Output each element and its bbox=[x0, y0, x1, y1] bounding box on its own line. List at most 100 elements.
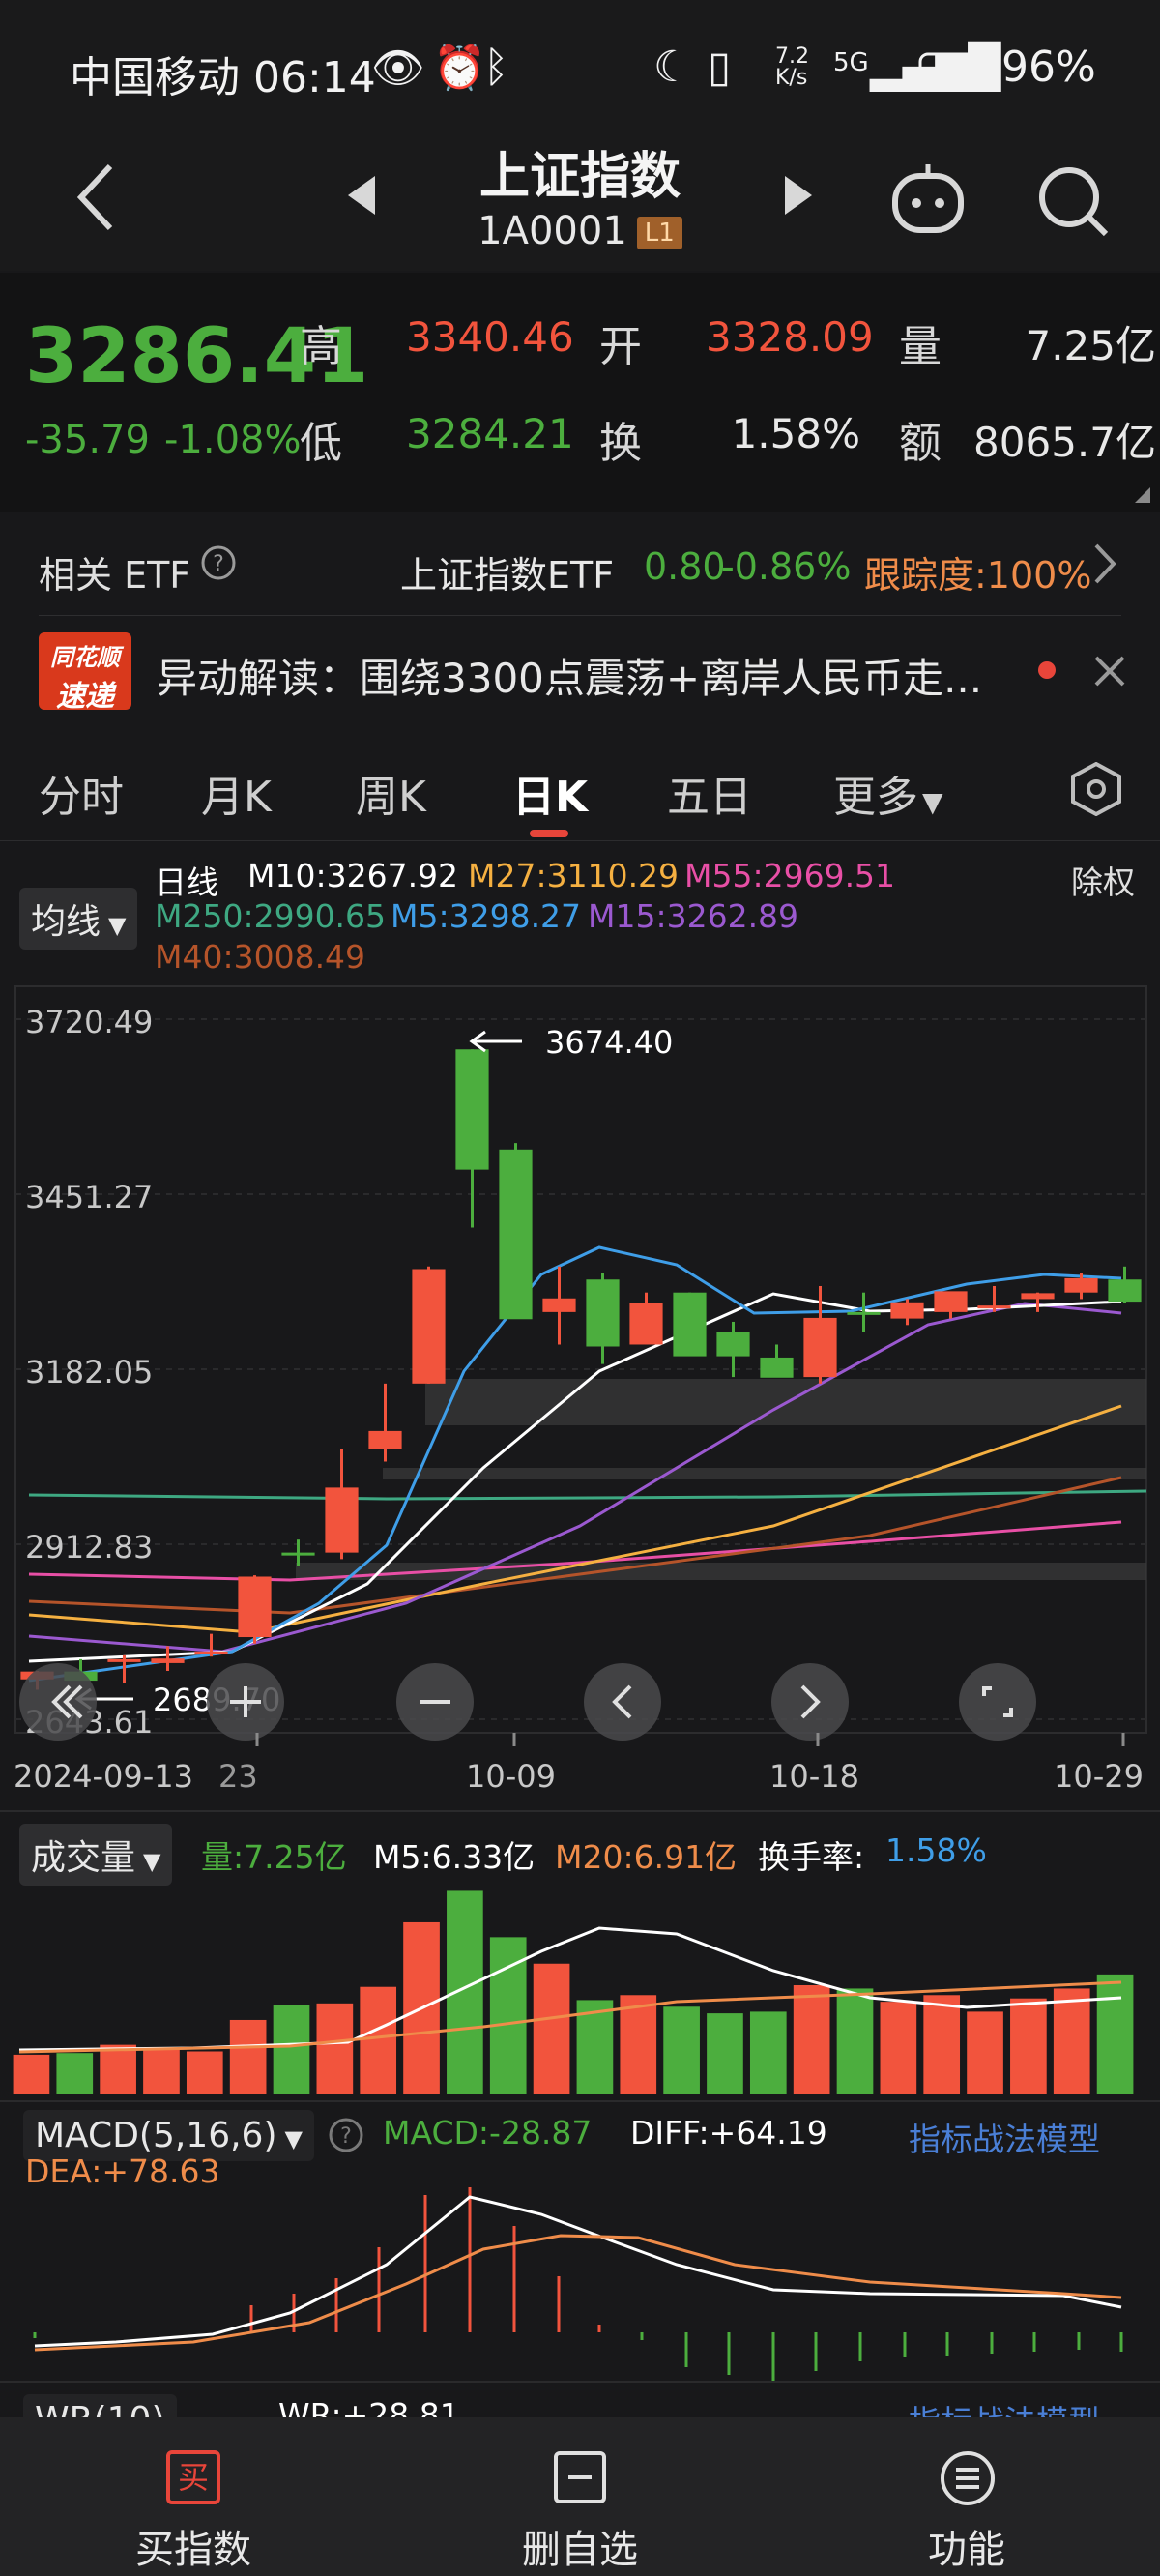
candle-body bbox=[455, 1049, 489, 1170]
robot-icon[interactable] bbox=[889, 162, 967, 240]
code-text: 1A0001 bbox=[478, 209, 627, 253]
macd-chart[interactable] bbox=[0, 2187, 1160, 2381]
expand-corner-icon[interactable] bbox=[1133, 485, 1152, 509]
candle-body bbox=[281, 1552, 315, 1556]
search-icon[interactable] bbox=[1036, 164, 1110, 242]
signal-label: 5G bbox=[833, 48, 869, 77]
ma27-label: M27:3110.29 bbox=[468, 857, 680, 894]
scroll-left-control[interactable] bbox=[584, 1663, 661, 1741]
svg-text:?: ? bbox=[213, 552, 224, 576]
scroll-right-control[interactable] bbox=[771, 1663, 849, 1741]
ma-line bbox=[28, 1489, 1147, 1501]
bluetooth-icon: ᛒ bbox=[483, 43, 509, 92]
candle-body bbox=[1108, 1279, 1142, 1303]
volume-chart[interactable] bbox=[0, 1882, 1160, 2100]
fast-back-control[interactable] bbox=[19, 1663, 97, 1741]
divider bbox=[39, 615, 1121, 616]
caret-down-icon: ▼ bbox=[108, 912, 127, 939]
active-tab-indicator bbox=[530, 830, 568, 837]
wr-select[interactable]: WR(10) bbox=[23, 2394, 177, 2419]
features-label: 功能 bbox=[928, 2528, 1005, 2572]
candle-body bbox=[238, 1576, 272, 1638]
price-band bbox=[383, 1468, 1146, 1479]
tab-more-label: 更多 bbox=[833, 773, 918, 822]
volume-legend: 成交量 ▼ 量:7.25亿 M5:6.33亿 M20:6.91亿 换手率: 1.5… bbox=[0, 1810, 1160, 1886]
unread-dot bbox=[1038, 661, 1056, 679]
zoom-in-control[interactable] bbox=[207, 1663, 284, 1741]
zoom-out-control[interactable] bbox=[396, 1663, 474, 1741]
candle-body bbox=[1064, 1277, 1098, 1293]
volume-bar bbox=[836, 1988, 874, 2094]
battery-icon bbox=[918, 50, 986, 100]
remove-watchlist-button[interactable]: 删自选 bbox=[387, 2417, 773, 2576]
tab-intraday[interactable]: 分时 bbox=[39, 762, 124, 824]
price-change: -35.79 bbox=[25, 418, 150, 462]
fullscreen-control[interactable] bbox=[959, 1663, 1036, 1741]
x-tick-label: 10-09 bbox=[466, 1758, 556, 1795]
tab-five-day[interactable]: 五日 bbox=[667, 762, 752, 824]
minus-box-icon bbox=[553, 2450, 607, 2508]
logo-bottom: 速递 bbox=[56, 680, 114, 714]
news-flash-row[interactable]: 同花顺 速递 异动解读：围绕3300点震荡+离岸人民币走... bbox=[0, 619, 1160, 721]
chevron-right-icon[interactable] bbox=[1090, 540, 1119, 597]
amount-value: 8065.7亿 bbox=[973, 419, 1156, 466]
volume-bar bbox=[273, 2005, 310, 2094]
x-tick-label: 10-18 bbox=[769, 1758, 859, 1795]
ma-line bbox=[28, 1245, 1122, 1683]
etf-change: -0.86% bbox=[721, 545, 852, 588]
volume-bar bbox=[100, 2044, 136, 2094]
scroll-right-control-bg bbox=[771, 1663, 849, 1741]
high-label: 高 bbox=[300, 322, 342, 371]
bottom-bar: 买 买指数 删自选 功能 bbox=[0, 2417, 1160, 2576]
ma-select[interactable]: 均线 ▼ bbox=[19, 888, 138, 950]
macd-select-label: MACD(5,16,6) bbox=[35, 2116, 277, 2155]
volume-bar bbox=[967, 2011, 1003, 2094]
menu-circle-icon bbox=[940, 2450, 996, 2510]
volume-m5: M5:6.33亿 bbox=[373, 1838, 536, 1876]
volume-bar bbox=[1096, 1974, 1134, 2094]
max-price-label: 3674.40 bbox=[545, 1024, 673, 1061]
next-stock-button[interactable] bbox=[781, 174, 814, 220]
x-tick-label: 23 bbox=[218, 1758, 258, 1795]
tab-weekly[interactable]: 周K bbox=[356, 762, 426, 824]
turnover-rate-label: 换手率: bbox=[758, 1838, 865, 1876]
volume-select-label: 成交量 bbox=[31, 1838, 136, 1878]
y-tick-label: 2912.83 bbox=[25, 1529, 153, 1566]
stock-code: 1A0001 L1 bbox=[0, 209, 1160, 253]
high-value: 3340.46 bbox=[406, 313, 574, 361]
tab-daily[interactable]: 日K bbox=[512, 762, 588, 824]
candle-body bbox=[673, 1292, 707, 1357]
close-icon[interactable] bbox=[1090, 652, 1129, 694]
x-tick-label: 2024-09-13 bbox=[14, 1758, 193, 1795]
strategy-link[interactable]: 指标战法模型 bbox=[909, 2114, 1100, 2160]
tab-monthly[interactable]: 月K bbox=[201, 762, 272, 824]
volume-bar bbox=[1053, 1988, 1090, 2094]
volume-select[interactable]: 成交量 ▼ bbox=[19, 1824, 173, 1886]
ma40-label: M40:3008.49 bbox=[155, 938, 366, 976]
y-tick-label: 3182.05 bbox=[25, 1354, 153, 1390]
related-etf-row[interactable]: 相关 ETF ? 上证指数ETF 0.80 -0.86% 跟踪度:100% bbox=[0, 514, 1160, 617]
features-button[interactable]: 功能 bbox=[773, 2417, 1160, 2576]
tab-more[interactable]: 更多 ▼ bbox=[833, 762, 943, 824]
y-tick-label: 3720.49 bbox=[25, 1004, 153, 1040]
help-icon[interactable]: ? bbox=[327, 2116, 365, 2158]
candle-body bbox=[194, 1651, 228, 1654]
volume-label: 量 bbox=[899, 322, 942, 371]
adjust-label[interactable]: 除权 bbox=[1071, 857, 1135, 903]
settings-hex-icon[interactable] bbox=[1069, 761, 1123, 820]
volume-m20: M20:6.91亿 bbox=[555, 1838, 738, 1876]
status-bar: 中国移动 06:14 👁 ⏰ ᛒ ☾ ▯ 7.2 K/s 5G ▂▄▆█ 96% bbox=[0, 0, 1160, 135]
battery-level: 96% bbox=[1001, 43, 1096, 92]
wr-strategy-link[interactable]: 指标战法模型 bbox=[909, 2396, 1100, 2419]
volume-bar bbox=[793, 1985, 830, 2094]
quote-panel: 3286.41 -35.79 -1.08% 高 3340.46 开 3328.0… bbox=[0, 273, 1160, 512]
carrier-time: 中国移动 06:14 bbox=[70, 53, 376, 102]
help-icon[interactable]: ? bbox=[199, 543, 238, 591]
remove-label: 删自选 bbox=[522, 2528, 638, 2572]
diff-value: DIFF:+64.19 bbox=[630, 2114, 827, 2152]
kline-chart[interactable]: 3720.493451.273182.052912.832643.613674.… bbox=[0, 984, 1160, 1810]
caret-down-icon: ▼ bbox=[922, 786, 943, 818]
buy-index-button[interactable]: 买 买指数 bbox=[0, 2417, 387, 2576]
volume-bar bbox=[749, 2011, 787, 2094]
candle-body bbox=[1021, 1293, 1055, 1300]
